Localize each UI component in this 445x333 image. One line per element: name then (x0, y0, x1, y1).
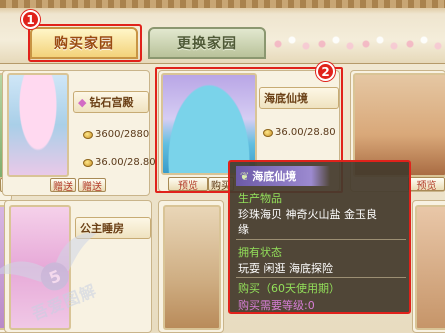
coin-icon (83, 158, 93, 167)
required-level: 购买需要等级:0 (238, 299, 315, 312)
home-card-bottom-middle (158, 200, 224, 333)
diamond-icon: ◆ (78, 95, 87, 109)
home-name: ◆ 钻石宫殿 (73, 91, 149, 113)
gift-button[interactable]: 赠送 (50, 178, 76, 193)
produce-items-cont: 缘 (238, 223, 249, 236)
buy-info: 购买（60天使用期） (238, 282, 340, 295)
partial-card-bottom-right (412, 200, 445, 333)
leaf-icon: ❦ (240, 169, 250, 183)
produce-label: 生产物品 (238, 192, 282, 205)
divider (236, 239, 406, 240)
coin-icon (83, 130, 93, 139)
status-items: 玩耍 闲逛 海底探险 (238, 262, 333, 275)
divider (236, 277, 406, 278)
home-thumbnail (7, 73, 69, 177)
banner-scallop-border (0, 0, 445, 8)
preview-button[interactable]: 预览 (408, 177, 445, 192)
step-badge-2: 2 (316, 62, 335, 81)
gift-button[interactable]: 赠送 (78, 178, 106, 193)
home-thumbnail (415, 205, 445, 330)
price-gold: 36.00/28.80 (83, 157, 156, 168)
tab-change-home[interactable]: 更换家园 (148, 27, 266, 59)
home-name-text: 钻石宫殿 (89, 96, 134, 109)
step-badge-1: 1 (21, 10, 40, 29)
item-tooltip: ❦ 海底仙境 生产物品 珍珠海贝 神奇火山盐 金玉良 缘 拥有状态 玩耍 闲逛 … (228, 160, 411, 314)
tooltip-title: ❦ 海底仙境 (236, 166, 330, 186)
price-coins: 3600/2880 (83, 129, 149, 140)
home-thumbnail (163, 205, 221, 330)
status-label: 拥有状态 (238, 246, 282, 259)
flower-decoration (270, 30, 445, 56)
produce-items: 珍珠海贝 神奇火山盐 金玉良 (238, 208, 377, 221)
highlight-box-1 (28, 24, 142, 62)
home-card-diamond-palace: ◆ 钻石宫殿 3600/2880 36.00/28.80 (2, 70, 156, 196)
